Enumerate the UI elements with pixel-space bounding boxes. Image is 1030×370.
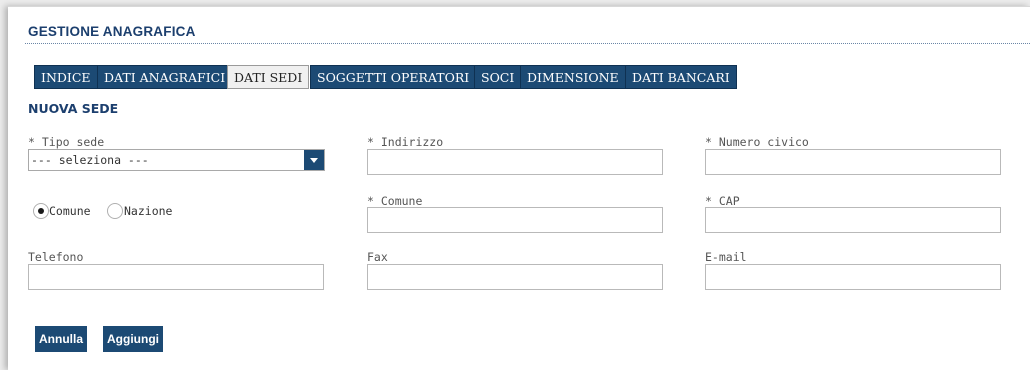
tab-soci[interactable]: SOCI (474, 65, 522, 89)
add-button[interactable]: Aggiungi (103, 326, 163, 352)
telefono-label: Telefono (28, 250, 84, 264)
tipo-sede-label: * Tipo sede (28, 135, 105, 149)
page-title: GESTIONE ANAGRAFICA (28, 24, 196, 39)
section-title: NUOVA SEDE (28, 101, 119, 116)
chevron-down-icon[interactable] (304, 150, 324, 170)
radio-comune[interactable] (33, 203, 49, 219)
radio-nazione-label: Nazione (124, 204, 173, 218)
indirizzo-label: * Indirizzo (367, 135, 444, 149)
comune-label: * Comune (367, 194, 423, 208)
tipo-sede-select[interactable]: --- seleziona --- (28, 149, 325, 171)
tipo-sede-value: --- seleziona --- (31, 153, 149, 167)
tab-indice[interactable]: INDICE (34, 65, 98, 89)
tab-dati-sedi[interactable]: DATI SEDI (227, 65, 310, 89)
cap-label: * CAP (705, 194, 740, 208)
numero-civico-input[interactable] (705, 149, 1001, 175)
tab-dimensione[interactable]: DIMENSIONE (520, 65, 626, 89)
comune-input[interactable] (367, 207, 663, 233)
tab-dati-bancari[interactable]: DATI BANCARI (625, 65, 737, 89)
tab-dati-anagrafici[interactable]: DATI ANAGRAFICI (97, 65, 233, 89)
fax-label: Fax (367, 250, 388, 264)
email-label: E-mail (705, 250, 747, 264)
cancel-button[interactable]: Annulla (35, 326, 87, 352)
fax-input[interactable] (367, 264, 663, 290)
title-divider (25, 43, 1030, 44)
main-panel: GESTIONE ANAGRAFICA INDICE DATI ANAGRAFI… (8, 6, 1030, 370)
tab-soggetti-operatori[interactable]: SOGGETTI OPERATORI (310, 65, 477, 89)
telefono-input[interactable] (28, 264, 324, 290)
radio-comune-label: Comune (49, 204, 91, 218)
cap-input[interactable] (705, 207, 1001, 233)
radio-nazione[interactable] (107, 203, 123, 219)
indirizzo-input[interactable] (367, 149, 663, 175)
numero-civico-label: * Numero civico (705, 135, 809, 149)
email-input[interactable] (705, 264, 1001, 290)
